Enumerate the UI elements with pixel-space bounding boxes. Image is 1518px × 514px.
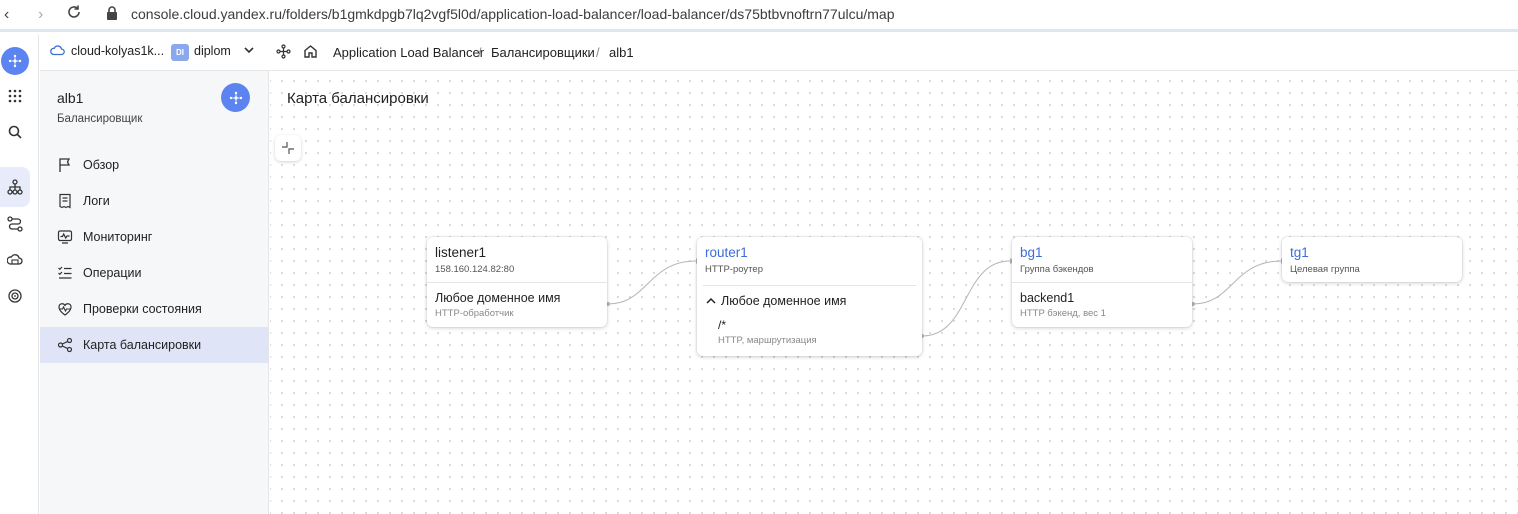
sidebar: alb1 Балансировщик Обзор Логи Мониторинг… [40,71,269,514]
top-header: cloud-kolyas1k... DI diplom Application … [40,35,1518,71]
map-icon [56,336,74,354]
backend-group-title[interactable]: bg1 [1020,245,1184,260]
breadcrumb-current: alb1 [609,45,634,60]
back-icon[interactable]: ‹ [4,6,9,24]
target-group-title[interactable]: tg1 [1290,245,1454,260]
hierarchy-icon [7,179,23,195]
backend-group-type: Группа бэкендов [1020,264,1094,275]
lock-icon [106,6,118,20]
folder-badge: DI [171,44,189,61]
backend-details: HTTP бэкенд, вес 1 [1020,308,1106,319]
rail-target-groups-button[interactable] [0,281,30,311]
route-path: /* [718,318,727,332]
breadcrumb-alb[interactable]: Application Load Balancer [333,45,484,60]
listener-node[interactable]: listener1 158.160.124.82:80 Любое доменн… [427,237,607,327]
sidebar-item-label: Логи [83,194,110,208]
balancing-map-canvas: Карта балансировки listener1 158.160.124… [270,71,1518,514]
home-icon[interactable] [303,44,318,61]
virtual-host-row[interactable]: Любое доменное имя [705,294,914,308]
logs-icon [56,192,74,210]
listener-address: 158.160.124.82:80 [435,264,515,275]
route-type: HTTP, маршрутизация [718,335,817,346]
operations-icon [56,264,74,282]
virtual-host-name: Любое доменное имя [721,294,847,308]
backend-name: backend1 [1020,291,1075,305]
browser-address-bar: ‹ › console.cloud.yandex.ru/folders/b1gm… [0,0,1518,32]
rail-load-balancers-button[interactable] [0,172,30,202]
cloud-icon [50,44,65,59]
sidebar-item-label: Операции [83,266,142,280]
sidebar-item-label: Карта балансировки [83,338,202,352]
resource-type: Балансировщик [57,113,143,125]
sidebar-item-operations[interactable]: Операции [40,255,268,291]
sidebar-item-label: Обзор [83,158,120,172]
reload-icon[interactable] [66,4,82,25]
services-network-icon[interactable] [276,44,291,62]
service-logo-button[interactable] [221,83,250,112]
cloud-name[interactable]: cloud-kolyas1k... [71,44,164,58]
forward-icon[interactable]: › [38,6,43,24]
chevron-down-icon[interactable] [243,44,255,59]
breadcrumb-balancers[interactable]: Балансировщики [491,45,595,60]
target-group-node[interactable]: tg1 Целевая группа [1282,237,1462,282]
search-icon [8,125,22,139]
backend-group-node[interactable]: bg1 Группа бэкендов backend1 HTTP бэкенд… [1012,237,1192,327]
cloud-stack-icon [7,254,23,265]
router-title[interactable]: router1 [705,245,914,260]
search-button[interactable] [0,117,30,147]
sidebar-item-logs[interactable]: Логи [40,183,268,219]
listener-handler-type: HTTP-обработчик [435,308,514,319]
resource-title: alb1 [57,90,84,106]
sidebar-item-overview[interactable]: Обзор [40,147,268,183]
router-type: HTTP-роутер [705,264,763,275]
sidebar-item-balancing-map[interactable]: Карта балансировки [40,327,268,363]
left-rail [0,35,39,514]
sidebar-item-label: Мониторинг [83,230,153,244]
sidebar-item-label: Проверки состояния [83,302,202,316]
breadcrumb-separator: / [596,45,600,60]
all-services-button[interactable] [0,81,30,111]
router-node[interactable]: router1 HTTP-роутер Любое доменное имя /… [697,237,922,356]
flag-icon [56,156,74,174]
target-group-type: Целевая группа [1290,264,1360,275]
sidebar-item-monitoring[interactable]: Мониторинг [40,219,268,255]
yandex-cloud-home-button[interactable] [0,46,30,76]
chevron-up-icon [706,297,716,304]
network-icon [1,47,29,75]
grid-icon [8,89,22,103]
listener-host: Любое доменное имя [435,291,561,305]
network-icon [221,83,250,112]
heartbeat-icon [56,300,74,318]
breadcrumb-separator: / [478,45,482,60]
listener-title: listener1 [435,245,487,260]
folder-name[interactable]: diplom [194,44,231,58]
target-icon [8,289,22,303]
sidebar-item-health-checks[interactable]: Проверки состояния [40,291,268,327]
routes-icon [7,216,23,232]
url-text[interactable]: console.cloud.yandex.ru/folders/b1gmkdpg… [131,6,895,22]
monitoring-icon [56,228,74,246]
rail-backend-groups-button[interactable] [0,245,30,275]
rail-routers-button[interactable] [0,209,30,239]
